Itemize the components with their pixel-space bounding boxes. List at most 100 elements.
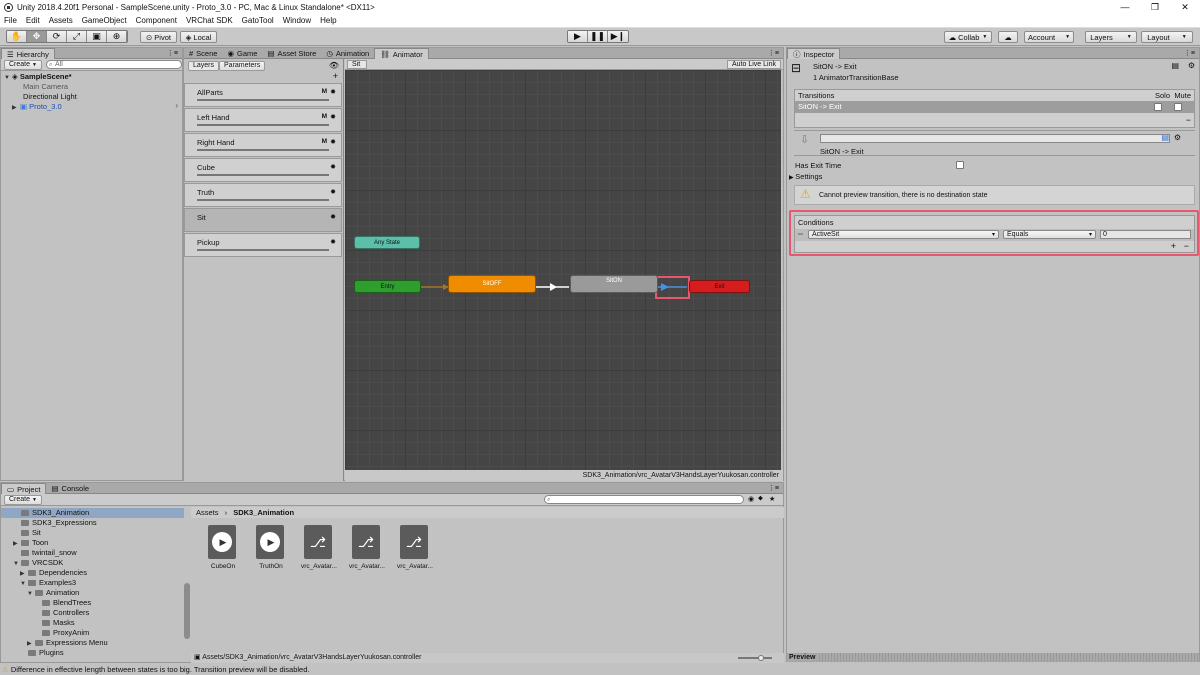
scene-root[interactable]: ▼ ◈ SampleScene* [4,72,72,82]
project-folder-item[interactable]: twintail_snow [1,548,184,558]
asset-animation-clip[interactable]: ▶ TruthOn [249,525,293,583]
menu-window[interactable]: Window [283,16,311,25]
layer-weight-bar[interactable] [197,174,329,176]
chevron-right-icon[interactable]: › [175,101,178,110]
gear-icon[interactable]: ✹ [330,163,336,171]
project-search-input[interactable]: ⌕ [544,495,744,504]
tab-game[interactable]: ◉ Game [222,48,262,59]
project-folder-item[interactable]: ▼ VRCSDK [1,558,184,568]
remove-condition-button[interactable]: − [1184,241,1189,251]
project-folder-item[interactable]: SDK3_Animation [1,508,184,518]
panel-menu-icon[interactable]: ⋮≡ [1184,48,1195,59]
transform-tool-icon[interactable]: ⊕ [107,31,127,42]
project-folder-item[interactable]: Plugins [1,648,184,657]
menu-component[interactable]: Component [136,16,177,25]
state-siton[interactable]: SitON [570,275,658,293]
project-create-button[interactable]: Create ▼ [4,494,42,505]
panel-menu-icon[interactable]: ⋮≡ [167,48,178,59]
account-button[interactable]: Account ▼ [1024,31,1074,43]
menu-file[interactable]: File [4,16,17,25]
gear-icon[interactable]: ✹ [330,188,336,196]
expand-down-icon[interactable]: ▼ [4,73,12,83]
project-folder-item[interactable]: ▶ Toon [1,538,184,548]
layers-dropdown[interactable]: Layers ▼ [1085,31,1137,43]
menu-help[interactable]: Help [320,16,336,25]
panel-menu-icon[interactable]: ⋮≡ [768,483,779,494]
layer-right-hand[interactable]: Right Hand M ✹ [184,133,342,157]
state-entry[interactable]: Entry [354,280,421,293]
layer-weight-bar[interactable] [197,249,329,251]
gear-icon[interactable]: ✹ [330,88,336,96]
project-folder-item[interactable]: ▼ Animation [1,588,184,598]
project-folder-item[interactable]: BlendTrees [1,598,184,608]
state-sitoff[interactable]: SitOFF [448,275,536,293]
close-icon[interactable]: ✕ [1170,0,1200,14]
asset-animator-controller[interactable]: ⎇ vrc_Avatar... [393,525,437,583]
layer-sit[interactable]: Sit ✹ [184,208,342,232]
condition-value-input[interactable]: 0 [1100,230,1191,239]
project-folder-item[interactable]: SDK3_Expressions [1,518,184,528]
asset-animator-controller[interactable]: ⎇ vrc_Avatar... [345,525,389,583]
layer-weight-bar[interactable] [197,149,329,151]
icon-size-slider[interactable] [738,657,772,659]
tab-project[interactable]: ▭ Project [1,483,47,494]
layer-left-hand[interactable]: Left Hand M ✹ [184,108,342,132]
tab-animation[interactable]: ◷ Animation [321,48,374,59]
rect-tool-icon[interactable]: ▣ [87,31,107,42]
drag-handle-icon[interactable]: ═ [798,231,803,238]
menu-gatotool[interactable]: GatoTool [242,16,274,25]
help-book-icon[interactable]: ▤ [1171,61,1179,70]
layout-dropdown[interactable]: Layout ▼ [1141,31,1193,43]
tab-inspector[interactable]: ⓘ Inspector [787,48,841,59]
project-folder-item[interactable]: ▼ Examples3 [1,578,184,588]
step-icon[interactable]: ▶❙ [608,31,628,42]
settings-foldout[interactable]: ▶ Settings [789,172,822,181]
layer-weight-bar[interactable] [197,99,329,101]
transition-row[interactable]: SitON -> Exit [795,101,1194,113]
filter-type-icon[interactable]: ◉ [748,495,754,503]
scale-tool-icon[interactable]: ⤢ [67,31,87,42]
panel-menu-icon[interactable]: ⋮≡ [768,48,779,59]
tab-layers[interactable]: Layers [188,61,220,71]
filter-label-icon[interactable]: ⬥ [758,495,763,503]
pause-icon[interactable]: ❚❚ [588,31,608,42]
project-folder-item[interactable]: ProxyAnim [1,628,184,638]
layer-truth[interactable]: Truth ✹ [184,183,342,207]
project-folder-item[interactable]: ▶ Dependencies [1,568,184,578]
breadcrumb-leaf[interactable]: SDK3_Animation [233,508,294,517]
tab-console[interactable]: ▤ Console [46,483,94,494]
hierarchy-item-main-camera[interactable]: Main Camera [23,82,68,92]
condition-parameter-dropdown[interactable]: ActiveSit ▾ [808,230,999,239]
condition-operator-dropdown[interactable]: Equals ▾ [1003,230,1096,239]
tree-scrollbar[interactable] [184,583,190,639]
project-folder-item[interactable]: Sit [1,528,184,538]
asset-animation-clip[interactable]: ▶ CubeOn [201,525,245,583]
minimize-icon[interactable]: — [1110,0,1140,14]
gear-icon[interactable]: ⚙ [1174,133,1181,142]
tab-scene[interactable]: # Scene [184,48,222,59]
tab-asset-store[interactable]: ▤ Asset Store [262,48,321,59]
hierarchy-create-button[interactable]: Create ▼ [4,59,42,70]
breadcrumb-root[interactable]: Assets [196,508,219,517]
hierarchy-search-input[interactable]: ⌕ All [45,60,182,69]
animator-graph[interactable]: Any State Entry SitOFF SitON Exit [345,70,781,470]
remove-transition-button[interactable]: − [1186,115,1191,125]
play-icon[interactable]: ▶ [568,31,588,42]
gear-icon[interactable]: ✹ [330,113,336,121]
mute-checkbox[interactable] [1174,103,1182,111]
add-condition-button[interactable]: + [1171,241,1176,251]
state-any-state[interactable]: Any State [354,236,420,249]
layer-weight-bar[interactable] [197,199,329,201]
layer-cube[interactable]: Cube ✹ [184,158,342,182]
gear-icon[interactable]: ⚙ [1188,61,1195,70]
project-folder-item[interactable]: ▶ Expressions Menu [1,638,184,648]
menu-assets[interactable]: Assets [49,16,73,25]
layer-weight-bar[interactable] [197,124,329,126]
local-button[interactable]: ◈ Local [180,31,217,43]
state-exit[interactable]: Exit [689,280,750,293]
hierarchy-item-proto[interactable]: ▶ ▣ Proto_3.0 [12,102,62,112]
eye-icon[interactable]: 👁 [329,61,339,70]
move-tool-icon[interactable]: ✥ [27,31,47,42]
rotate-tool-icon[interactable]: ⟳ [47,31,67,42]
pivot-button[interactable]: ⊙ Pivot [140,31,177,43]
